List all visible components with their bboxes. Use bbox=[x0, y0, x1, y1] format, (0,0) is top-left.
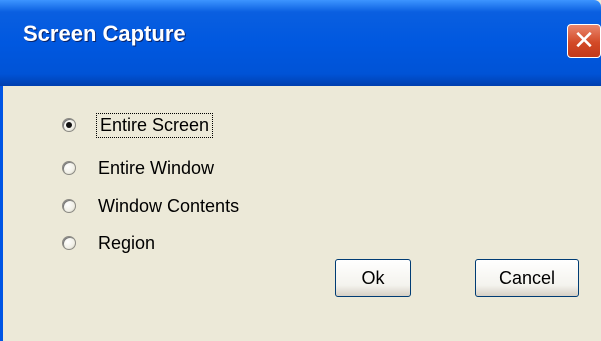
option-label[interactable]: Window Contents bbox=[98, 196, 239, 217]
option-label[interactable]: Region bbox=[98, 233, 155, 254]
radio-selected-dot bbox=[66, 122, 72, 128]
screen-capture-dialog: Screen Capture ✕ Entire Screen Entire Wi… bbox=[0, 0, 601, 341]
cancel-button[interactable]: Cancel bbox=[475, 259, 579, 297]
option-entire-screen[interactable]: Entire Screen bbox=[62, 112, 214, 138]
close-button[interactable]: ✕ bbox=[567, 24, 601, 58]
radio-entire-window[interactable] bbox=[62, 161, 76, 175]
option-label[interactable]: Entire Screen bbox=[95, 112, 214, 138]
radio-entire-screen[interactable] bbox=[62, 118, 76, 132]
option-window-contents[interactable]: Window Contents bbox=[62, 193, 239, 219]
title-bar[interactable]: Screen Capture ✕ bbox=[0, 0, 601, 86]
radio-region[interactable] bbox=[62, 236, 76, 250]
window-title: Screen Capture bbox=[23, 21, 186, 46]
option-entire-window[interactable]: Entire Window bbox=[62, 155, 214, 181]
close-icon: ✕ bbox=[573, 25, 595, 55]
ok-button[interactable]: Ok bbox=[335, 259, 411, 297]
option-region[interactable]: Region bbox=[62, 230, 155, 256]
option-label[interactable]: Entire Window bbox=[98, 158, 214, 179]
radio-window-contents[interactable] bbox=[62, 199, 76, 213]
